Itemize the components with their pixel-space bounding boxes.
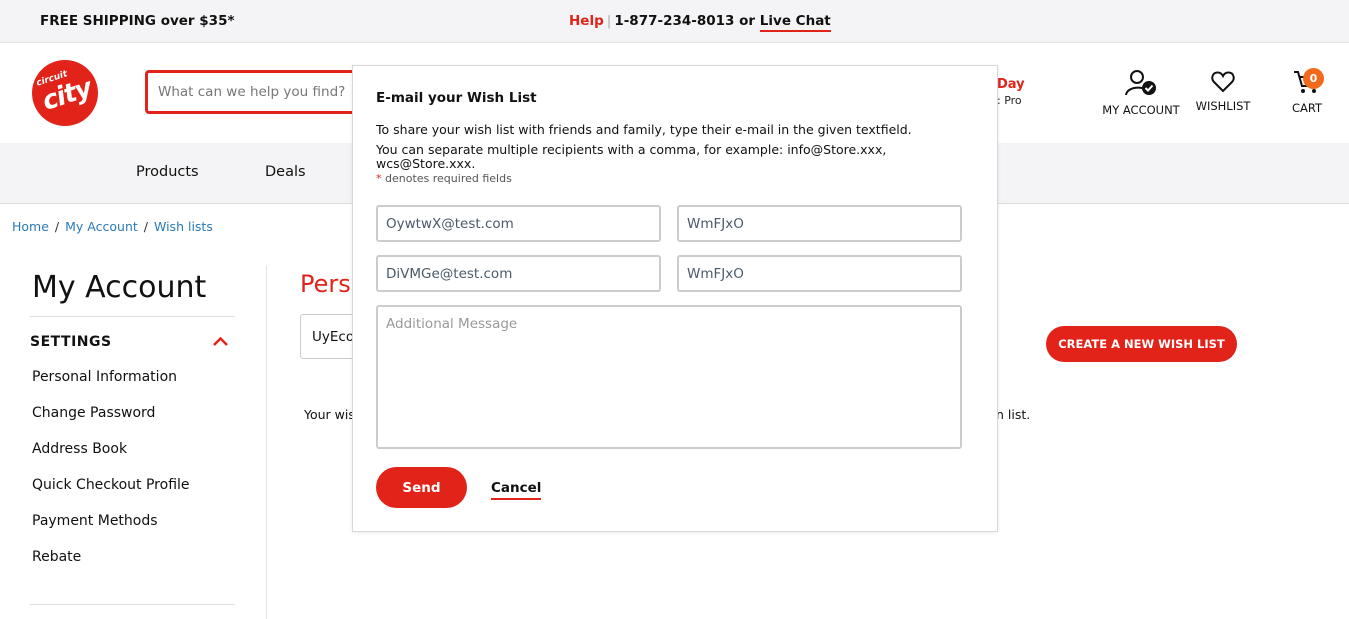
recipient-name-field-2[interactable] <box>677 255 962 292</box>
sidebar-item-payment-methods[interactable]: Payment Methods <box>32 513 158 529</box>
recipient-name-field-1[interactable] <box>677 205 962 242</box>
phone-text: 1-877-234-8013 or <box>614 13 756 29</box>
breadcrumb-separator: / <box>143 219 148 234</box>
additional-message-field[interactable] <box>376 305 962 449</box>
search-box <box>145 70 375 114</box>
breadcrumb-wish-lists[interactable]: Wish lists <box>154 219 213 234</box>
settings-heading[interactable]: SETTINGS <box>30 334 112 350</box>
cart-label: CART <box>1291 101 1323 115</box>
sidebar-item-personal-information[interactable]: Personal Information <box>32 369 177 385</box>
sidebar-item-quick-checkout-profile[interactable]: Quick Checkout Profile <box>32 477 190 493</box>
free-shipping-text: FREE SHIPPING over $35* <box>40 13 235 29</box>
sidebar-divider <box>30 604 235 605</box>
sidebar-item-address-book[interactable]: Address Book <box>32 441 127 457</box>
recipient-email-field-1[interactable] <box>376 205 661 242</box>
search-input[interactable] <box>158 73 358 111</box>
my-account-link[interactable]: MY ACCOUNT <box>1100 69 1182 117</box>
cancel-button[interactable]: Cancel <box>491 480 542 500</box>
breadcrumb-my-account[interactable]: My Account <box>65 219 138 234</box>
create-wish-list-button[interactable]: CREATE A NEW WISH LIST <box>1046 326 1237 362</box>
sidebar-item-rebate[interactable]: Rebate <box>32 549 81 565</box>
sidebar-vertical-divider <box>266 265 267 619</box>
account-icon <box>1125 70 1156 96</box>
email-wishlist-dialog: E-mail your Wish List To share your wish… <box>352 65 998 532</box>
send-button[interactable]: Send <box>376 467 467 508</box>
help-link[interactable]: Help <box>569 13 604 29</box>
help-separator: | <box>606 13 612 29</box>
breadcrumb: Home / My Account / Wish lists <box>12 219 213 234</box>
promo-title[interactable]: Day <box>997 77 1025 92</box>
top-utility-bar: FREE SHIPPING over $35* Help | 1-877-234-8… <box>0 0 1349 43</box>
heart-icon <box>1211 71 1235 93</box>
nav-products[interactable]: Products <box>136 164 199 180</box>
live-chat-link[interactable]: Live Chat <box>759 13 831 32</box>
required-star: * <box>376 172 382 185</box>
sidebar-item-change-password[interactable]: Change Password <box>32 405 155 421</box>
chevron-up-icon[interactable] <box>212 336 229 347</box>
wishlist-link[interactable]: WISHLIST <box>1190 70 1256 113</box>
account-label: MY ACCOUNT <box>1102 103 1180 117</box>
wishlist-select[interactable]: UyEco <box>300 314 360 359</box>
cart-count-badge: 0 <box>1303 68 1324 89</box>
help-contact: Help | 1-877-234-8013 or Live Chat <box>569 13 831 32</box>
sidebar-divider <box>30 316 235 317</box>
empty-list-text-end: n list. <box>996 407 1031 422</box>
breadcrumb-home[interactable]: Home <box>12 219 49 234</box>
required-fields-note: * denotes required fields <box>376 172 512 185</box>
breadcrumb-separator: / <box>54 219 60 234</box>
dialog-title: E-mail your Wish List <box>376 90 537 106</box>
recipient-email-field-2[interactable] <box>376 255 661 292</box>
sidebar-title: My Account <box>32 270 207 305</box>
empty-list-text: Your wis <box>304 407 355 422</box>
dialog-separator-hint: You can separate multiple recipients wit… <box>376 142 887 171</box>
nav-deals[interactable]: Deals <box>265 164 306 180</box>
wishlist-label: WISHLIST <box>1195 99 1251 113</box>
dialog-description: To share your wish list with friends and… <box>376 122 912 137</box>
site-logo[interactable]: circuit city <box>32 60 98 126</box>
required-fields-text: denotes required fields <box>385 172 512 185</box>
page-title: Pers <box>300 270 351 298</box>
promo-subtitle: : Pro <box>997 94 1022 107</box>
